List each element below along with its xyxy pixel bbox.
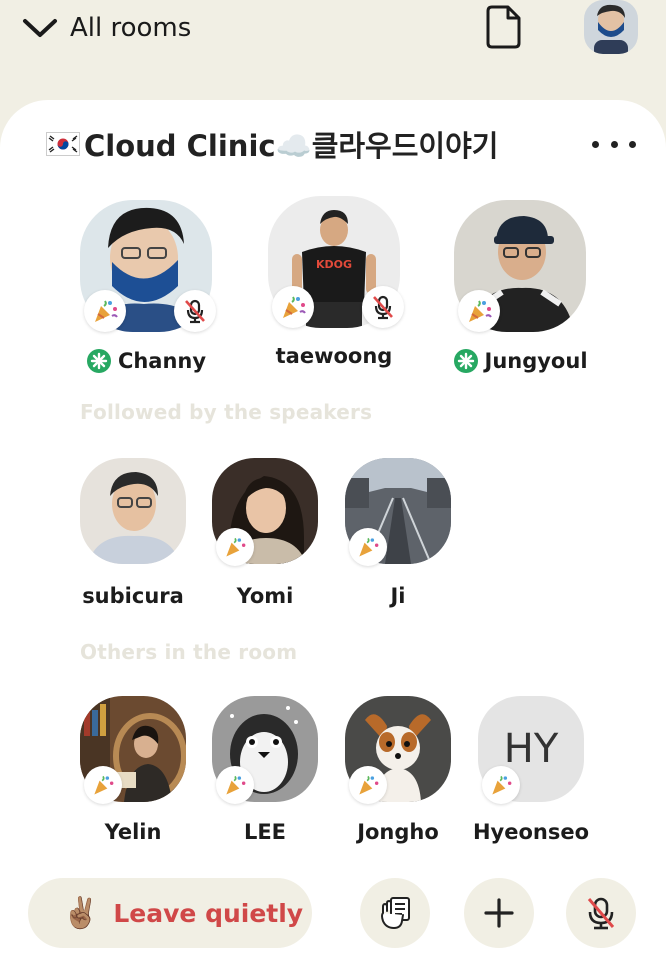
all-rooms-label: All rooms — [70, 13, 192, 43]
listener-name-row: Yelin — [80, 820, 186, 844]
speaker-name: Channy — [117, 349, 207, 373]
party-popper-icon — [283, 296, 306, 318]
speaker-name: Jungyoul — [484, 349, 588, 373]
leave-label: Leave quietly — [113, 898, 304, 928]
listener-name: Hyeonseo — [472, 820, 590, 844]
speaker-name-row: taewoong — [268, 344, 400, 368]
followed-section-label: Followed by the speakers — [80, 400, 373, 424]
speaker-name-row: Channy — [80, 348, 212, 374]
all-rooms-button[interactable]: All rooms — [22, 8, 191, 48]
mic-muted-icon — [587, 897, 615, 930]
document-icon — [486, 5, 521, 49]
avatar — [80, 458, 186, 564]
listener-name-row: Hyeonseo — [473, 820, 589, 844]
party-popper-icon — [359, 537, 379, 557]
party-popper-icon — [226, 537, 246, 557]
muted-badge — [174, 290, 216, 332]
listener-name: LEE — [243, 820, 287, 844]
celebration-badge — [272, 286, 314, 328]
celebration-badge — [349, 766, 387, 804]
celebration-badge — [216, 528, 254, 566]
more-options-button[interactable] — [592, 130, 636, 158]
muted-badge — [362, 286, 404, 328]
add-button[interactable] — [464, 878, 534, 948]
listener-name-row: subicura — [80, 584, 186, 608]
mic-toggle-button[interactable] — [566, 878, 636, 948]
speaker-jungyoul[interactable]: Jungyoul — [453, 200, 588, 373]
document-button[interactable] — [484, 4, 524, 50]
party-popper-icon — [492, 775, 512, 795]
listener-name-row: Yomi — [212, 584, 318, 608]
speaker-name-row: Jungyoul — [453, 348, 588, 374]
speaker-name: taewoong — [275, 344, 393, 368]
listener-name-row: Ji — [345, 584, 451, 608]
south-korea-flag — [46, 132, 80, 156]
speaker-channy[interactable]: Channy — [80, 200, 216, 373]
room-name: Cloud Clinic☁️클라우드이야기 — [84, 129, 499, 163]
listener-name: Yomi — [236, 584, 294, 608]
raise-hand-button[interactable] — [360, 878, 430, 948]
party-popper-icon — [94, 775, 114, 795]
svg-text:KDOG: KDOG — [316, 258, 352, 271]
speaker-taewoong[interactable]: KDOG taewoong — [268, 196, 404, 368]
listener-name: Jongho — [357, 820, 439, 844]
top-bar: All rooms — [0, 0, 666, 100]
party-popper-icon — [469, 300, 492, 322]
listener-name: Yelin — [104, 820, 162, 844]
celebration-badge — [84, 290, 126, 332]
room-card: Cloud Clinic☁️클라우드이야기 Channy KDOG taewoo… — [0, 100, 666, 976]
mic-muted-icon — [185, 299, 205, 324]
celebration-badge — [482, 766, 520, 804]
chevron-down-icon — [23, 19, 57, 37]
listener-name-row: LEE — [212, 820, 318, 844]
party-popper-icon — [226, 775, 246, 795]
listener-yelin[interactable]: Yelin — [80, 696, 186, 846]
mic-muted-icon — [373, 295, 393, 320]
listener-ji[interactable]: Ji — [345, 458, 451, 608]
room-title: Cloud Clinic☁️클라우드이야기 — [46, 126, 499, 163]
listener-name: Ji — [390, 584, 406, 608]
listener-jongho[interactable]: Jongho — [345, 696, 451, 846]
more-dot — [610, 140, 618, 148]
celebration-badge — [216, 766, 254, 804]
listener-lee[interactable]: LEE — [212, 696, 318, 846]
listener-name-row: Jongho — [345, 820, 451, 844]
raise-hand-icon — [381, 897, 410, 929]
listener-hyeonseo[interactable]: HY Hyeonseo — [473, 696, 589, 846]
celebration-badge — [349, 528, 387, 566]
celebration-badge — [84, 766, 122, 804]
others-section-label: Others in the room — [80, 640, 298, 664]
party-popper-icon — [359, 775, 379, 795]
listener-subicura[interactable]: subicura — [80, 458, 186, 608]
peace-hand-icon: ✌🏽 — [62, 895, 100, 931]
party-popper-icon — [95, 300, 118, 322]
more-dot — [629, 140, 636, 148]
celebration-badge — [458, 290, 500, 332]
profile-avatar[interactable] — [584, 0, 638, 54]
listener-yomi[interactable]: Yomi — [212, 458, 318, 608]
leave-quietly-button[interactable]: ✌🏽 Leave quietly — [28, 878, 312, 948]
moderator-icon — [86, 349, 111, 373]
listener-name: subicura — [82, 584, 184, 608]
plus-icon — [484, 898, 514, 928]
more-options-icon — [592, 140, 599, 148]
moderator-icon — [453, 349, 478, 373]
